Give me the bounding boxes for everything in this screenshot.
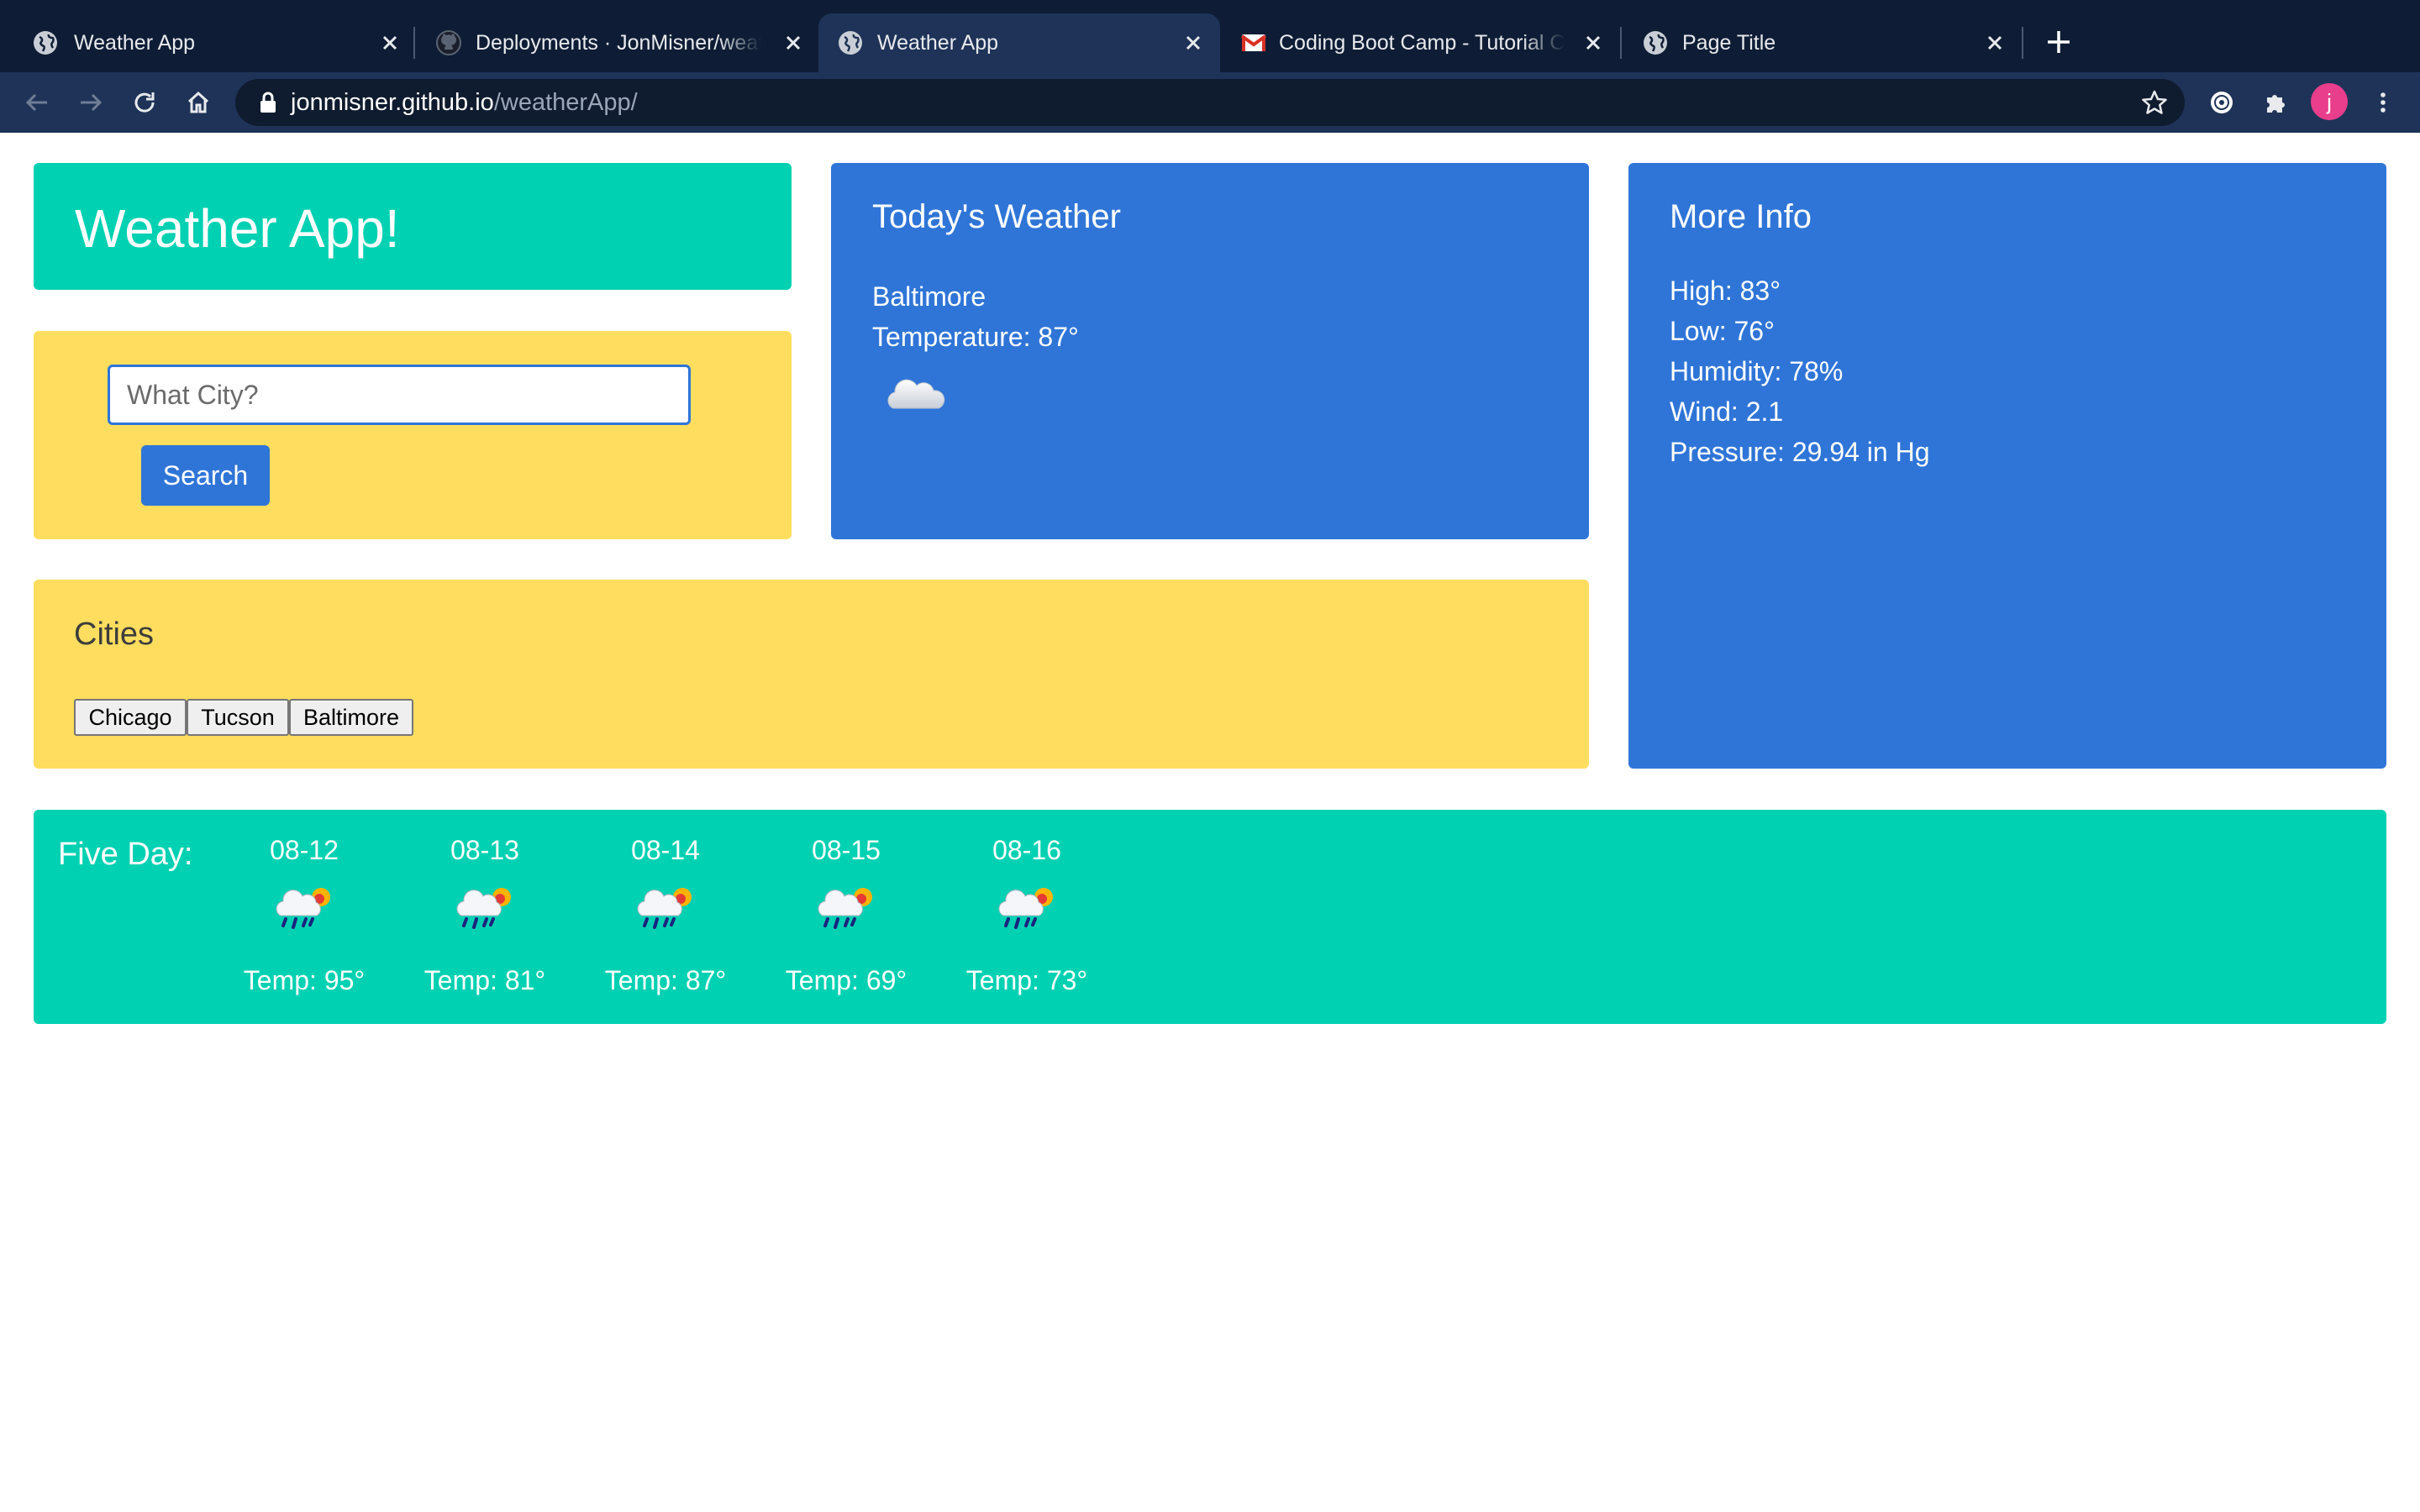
home-button[interactable] bbox=[180, 84, 217, 121]
profile-avatar[interactable]: j bbox=[2311, 83, 2348, 120]
extension-circle-icon bbox=[2211, 92, 2233, 113]
globe-icon bbox=[1644, 31, 1667, 55]
cities-panel: Cities Chicago Tucson Baltimore bbox=[34, 580, 1589, 769]
tab-title: Page Title bbox=[1682, 31, 1776, 55]
wind-speed: Wind: 2.1 bbox=[1670, 396, 1784, 427]
close-icon[interactable] bbox=[1581, 31, 1605, 55]
current-temperature: Temperature: 87° bbox=[872, 322, 1079, 352]
close-icon[interactable] bbox=[378, 31, 402, 55]
todays-weather-panel: Today's Weather Baltimore Temperature: 8… bbox=[831, 163, 1589, 539]
forecast-date: 08-16 bbox=[992, 835, 1061, 865]
address-bar[interactable]: jonmisner.github.io/weatherApp/ bbox=[235, 79, 2185, 126]
arrow-right-icon bbox=[81, 93, 103, 112]
forecast-day: 08-14 Temp: 87° bbox=[594, 833, 737, 997]
reload-icon bbox=[134, 92, 155, 113]
gmail-icon bbox=[1240, 34, 1267, 51]
forecast-day: 08-12 Temp: 95° bbox=[233, 833, 376, 997]
five-day-heading: Five Day: bbox=[58, 837, 193, 872]
humidity: Humidity: 78% bbox=[1670, 356, 1844, 386]
forecast-date: 08-14 bbox=[631, 835, 700, 865]
rain-sun-icon bbox=[998, 888, 1053, 929]
forecast-temperature: Temp: 73° bbox=[965, 965, 1088, 995]
new-tab-plus-icon[interactable] bbox=[2044, 27, 2074, 57]
app-title-panel: Weather App! bbox=[34, 163, 792, 290]
tab-separator bbox=[1620, 27, 1622, 59]
rain-sun-icon bbox=[456, 888, 511, 929]
browser-menu-button[interactable] bbox=[2365, 84, 2402, 121]
browser-tab-bar: Weather App Deployments · JonMisner/weat… bbox=[0, 0, 2420, 72]
tab-title: Weather App bbox=[74, 31, 196, 55]
forecast-date: 08-13 bbox=[450, 835, 519, 865]
forecast-date: 08-15 bbox=[812, 835, 881, 865]
lock-icon bbox=[260, 92, 276, 113]
low-temperature: Low: 76° bbox=[1670, 316, 1775, 346]
cities-heading: Cities bbox=[74, 617, 155, 652]
globe-icon bbox=[34, 31, 57, 55]
forecast-day: 08-13 Temp: 81° bbox=[413, 833, 556, 997]
rain-sun-icon bbox=[276, 888, 330, 929]
forecast-temperature: Temp: 95° bbox=[243, 965, 366, 995]
url-host: jonmisner.github.io bbox=[291, 89, 494, 116]
tab-weather-app-1[interactable]: Weather App bbox=[0, 13, 412, 72]
todays-weather-heading: Today's Weather bbox=[872, 198, 1121, 235]
github-icon bbox=[436, 30, 461, 55]
city-button-tucson[interactable]: Tucson bbox=[187, 699, 289, 736]
tab-title: Coding Boot Camp - Tutorial Calendar bbox=[1279, 31, 1565, 55]
rain-sun-icon bbox=[818, 888, 872, 929]
reload-button[interactable] bbox=[126, 84, 163, 121]
close-icon[interactable] bbox=[781, 31, 805, 55]
puzzle-icon bbox=[2267, 95, 2285, 113]
close-icon[interactable] bbox=[1181, 31, 1205, 55]
more-info-panel: More Info High: 83° Low: 76° Humidity: 7… bbox=[1628, 163, 2386, 769]
forecast-temperature: Temp: 69° bbox=[785, 965, 908, 995]
tab-weather-app-active[interactable]: Weather App bbox=[818, 13, 1220, 72]
city-search-input[interactable] bbox=[108, 365, 691, 425]
forecast-temperature: Temp: 81° bbox=[424, 965, 546, 995]
bookmark-star-icon[interactable] bbox=[2141, 89, 2168, 116]
forecast-date: 08-12 bbox=[270, 835, 339, 865]
extension-button[interactable] bbox=[2203, 84, 2240, 121]
forecast-day: 08-15 Temp: 69° bbox=[775, 833, 918, 997]
forecast-day: 08-16 Temp: 73° bbox=[955, 833, 1098, 997]
url-path: /weatherApp/ bbox=[493, 89, 638, 116]
high-temperature: High: 83° bbox=[1670, 276, 1781, 306]
search-panel: Search bbox=[34, 331, 792, 539]
tab-separator bbox=[2022, 27, 2023, 59]
kebab-menu-icon bbox=[2381, 92, 2386, 113]
tab-deployments[interactable]: Deployments · JonMisner/weatherApp bbox=[415, 13, 815, 72]
current-city: Baltimore bbox=[872, 281, 986, 312]
tab-title: Weather App bbox=[877, 31, 999, 55]
url-text: jonmisner.github.io/weatherApp/ bbox=[291, 79, 638, 126]
arrow-left-icon bbox=[25, 93, 47, 112]
more-info-heading: More Info bbox=[1670, 198, 1812, 235]
back-button[interactable] bbox=[18, 84, 55, 121]
forecast-temperature: Temp: 87° bbox=[604, 965, 727, 995]
tab-coding-boot-camp[interactable]: Coding Boot Camp - Tutorial Calendar bbox=[1222, 13, 1620, 72]
tab-page-title[interactable]: Page Title bbox=[1623, 13, 2022, 72]
pressure: Pressure: 29.94 in Hg bbox=[1670, 437, 1930, 467]
globe-icon bbox=[839, 31, 862, 55]
city-button-chicago[interactable]: Chicago bbox=[74, 699, 187, 736]
page-title: Weather App! bbox=[75, 198, 400, 259]
search-button[interactable]: Search bbox=[141, 445, 270, 506]
extensions-menu-button[interactable] bbox=[2257, 84, 2294, 121]
five-day-forecast-panel: Five Day: 08-12 Temp: 95° 08-13 Temp: 81… bbox=[34, 810, 2386, 1024]
rain-sun-icon bbox=[637, 888, 692, 929]
browser-toolbar: jonmisner.github.io/weatherApp/ bbox=[0, 72, 2420, 133]
city-button-baltimore[interactable]: Baltimore bbox=[289, 699, 413, 736]
cloud-icon bbox=[887, 379, 945, 409]
forward-button[interactable] bbox=[72, 84, 109, 121]
home-icon bbox=[187, 91, 209, 113]
close-icon[interactable] bbox=[1983, 31, 2007, 55]
tab-title: Deployments · JonMisner/weatherApp bbox=[476, 31, 761, 55]
